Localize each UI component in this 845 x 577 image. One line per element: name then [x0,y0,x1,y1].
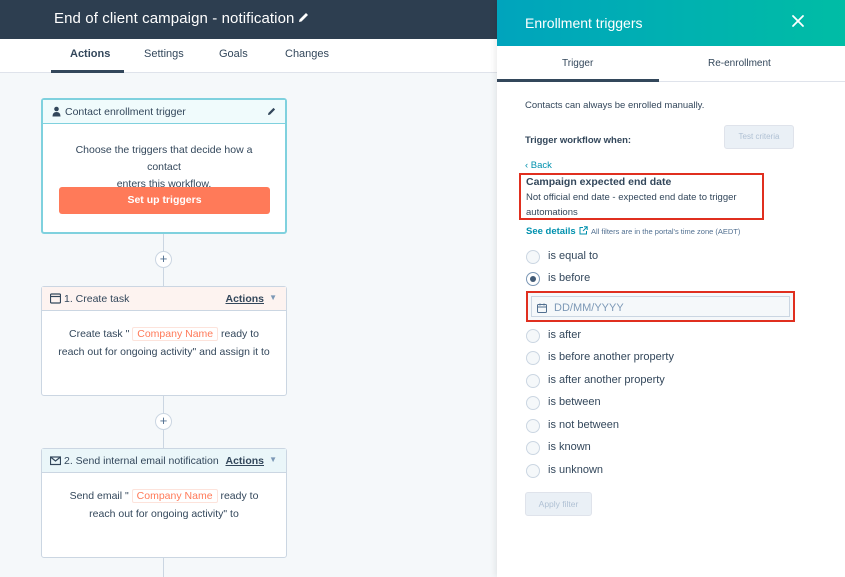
card-title: 1. Create task [64,293,130,305]
option-label: is before another property [548,351,674,363]
apply-filter-button[interactable]: Apply filter [525,492,592,516]
test-criteria-button[interactable]: Test criteria [724,125,794,149]
workflow-header: End of client campaign - notification [0,0,497,39]
card-header: 2. Send internal email notification Acti… [42,449,286,473]
edit-pencil-icon[interactable] [267,106,277,116]
option-label: is before [548,272,591,284]
property-name: Campaign expected end date [526,176,672,188]
radio-button[interactable] [526,250,540,264]
connector-line [163,558,164,577]
date-input-highlight: DD/MM/YYYY [526,291,795,322]
add-action-button[interactable]: + [155,251,172,268]
task-icon [50,293,61,304]
option-label: is unknown [548,464,604,476]
description-line: Choose the triggers that decide how a co… [75,144,253,173]
actions-menu[interactable]: Actions [225,455,264,467]
text-fragment: Send email " [69,490,129,502]
panel-tabs: Trigger Re-enrollment [497,46,845,82]
external-link-icon[interactable] [579,226,588,235]
radio-button[interactable] [526,441,540,455]
tab-actions[interactable]: Actions [70,48,110,60]
workflow-tabs: Actions Settings Goals Changes [0,39,497,73]
caret-down-icon[interactable]: ▼ [269,455,277,464]
back-link[interactable]: ‹ Back [525,160,552,171]
radio-button[interactable] [526,351,540,365]
option-label: is equal to [548,250,599,262]
enrollment-trigger-card[interactable]: Contact enrollment trigger Choose the tr… [41,98,287,234]
create-task-card[interactable]: 1. Create task Actions ▼ Create task " C… [41,286,287,396]
panel-title: Enrollment triggers [525,15,643,31]
tab-trigger[interactable]: Trigger [562,58,593,69]
tab-settings[interactable]: Settings [144,48,184,60]
active-tab-indicator [497,79,659,82]
enrollment-triggers-panel: Enrollment triggers Trigger Re-enrollmen… [497,0,845,577]
workflow-title[interactable]: End of client campaign - notification [54,10,295,27]
close-icon[interactable] [791,14,805,28]
radio-button[interactable] [526,329,540,343]
caret-down-icon[interactable]: ▼ [269,293,277,302]
option-label: is after another property [548,374,665,386]
text-fragment: Create task " [68,328,130,340]
date-placeholder: DD/MM/YYYY [554,302,624,314]
set-up-triggers-button[interactable]: Set up triggers [59,187,270,214]
email-icon [50,456,61,466]
add-action-button[interactable]: + [155,413,172,430]
radio-button[interactable] [526,374,540,388]
tab-changes[interactable]: Changes [285,48,329,60]
card-title: 2. Send internal email notification [64,455,219,467]
text-fragment: ready to [220,490,259,502]
text-fragment: ready to [221,328,259,340]
trigger-description: Choose the triggers that decide how a co… [43,142,285,193]
contact-icon [52,106,61,117]
panel-header: Enrollment triggers [497,0,845,46]
task-text-line1: Create task " Company Name ready to [42,325,286,343]
tab-re-enrollment[interactable]: Re-enrollment [708,58,771,69]
edit-pencil-icon[interactable] [297,11,311,25]
email-text-line1: Send email " Company Name ready to [42,487,286,505]
tab-goals[interactable]: Goals [219,48,248,60]
date-input[interactable]: DD/MM/YYYY [531,296,790,317]
radio-button-selected[interactable] [526,272,540,286]
send-email-card[interactable]: 2. Send internal email notification Acti… [41,448,287,558]
manual-enroll-note: Contacts can always be enrolled manually… [525,100,705,111]
timezone-note: All filters are in the portal's time zon… [591,227,741,236]
option-label: is between [548,396,601,408]
calendar-icon [537,303,547,313]
company-name-token: Company Name [132,327,219,341]
property-description: Not official end date - expected end dat… [526,192,737,218]
radio-button[interactable] [526,464,540,478]
option-label: is after [548,329,582,341]
card-header: 1. Create task Actions ▼ [42,287,286,311]
card-header: Contact enrollment trigger [43,100,285,124]
radio-button[interactable] [526,419,540,433]
active-tab-indicator [51,70,124,73]
see-details-link[interactable]: See details [526,226,576,237]
trigger-when-label: Trigger workflow when: [525,135,632,146]
card-title: Contact enrollment trigger [65,106,186,118]
option-label: is not between [548,419,619,431]
email-text-line2: reach out for ongoing activity" to [89,508,239,520]
company-name-token: Company Name [131,489,218,503]
task-text-line2: reach out for ongoing activity" and assi… [58,346,270,358]
option-label: is known [548,441,591,453]
radio-button[interactable] [526,396,540,410]
actions-menu[interactable]: Actions [225,293,264,305]
